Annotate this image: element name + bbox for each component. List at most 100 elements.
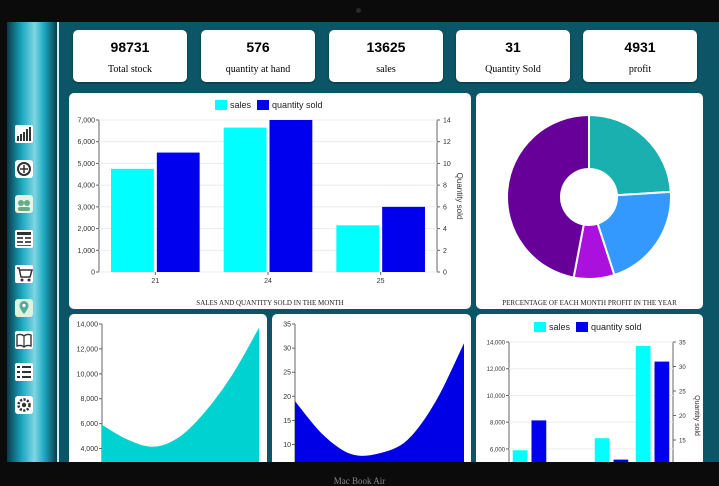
legend-swatch-quantity-sold — [257, 100, 270, 110]
y-tick-label-right: 25 — [679, 390, 686, 396]
legend-swatch-quantity-sold — [576, 322, 589, 332]
sales-quantity-small-bar-chart: 4,0006,0008,00010,00012,00014,0001015202… — [487, 341, 700, 462]
chart-caption: PERCENTAGE OF EACH MONTH PROFIT IN THE Y… — [502, 299, 677, 307]
sales-quantity-small-chart-panel: sales quantity sold 4,0006,0008,00010,00… — [476, 314, 703, 462]
quantity-area-panel: 10 15 20 25 30 35 — [272, 314, 471, 462]
stat-label: profit — [628, 64, 652, 75]
chart-legend: sales quantity sold — [215, 100, 323, 110]
location-icon[interactable] — [14, 298, 34, 318]
settings-icon[interactable] — [14, 395, 34, 415]
stat-label: sales — [376, 64, 396, 75]
quantity-area-chart: 10 15 20 25 30 35 — [283, 322, 464, 462]
y-tick-label-left: 10,000 — [487, 394, 506, 400]
device-label: Mac Book Air — [333, 476, 386, 486]
y-tick-label-left: 14,000 — [487, 341, 506, 347]
y-axis-label-right: Quantity sold — [693, 395, 700, 436]
y-tick-label-right: 4 — [443, 226, 447, 233]
y-tick-label-right: 12 — [443, 139, 451, 146]
y-tick-label-right: 6 — [443, 204, 447, 211]
stat-card-total-stock: 98731 Total stock — [73, 30, 187, 82]
y-tick-label-right: 14 — [443, 118, 451, 125]
y-tick-label-left: 6,000 — [490, 447, 506, 453]
x-tick-label: 25 — [377, 278, 385, 285]
stat-value: 576 — [246, 39, 270, 55]
legend-label-sales: sales — [230, 100, 252, 110]
y-tick-label: 4,000 — [80, 446, 98, 453]
stat-card-profit: 4931 profit — [583, 30, 697, 82]
stat-value: 98731 — [110, 39, 150, 55]
y-tick-label: 14,000 — [77, 322, 99, 329]
sales-area-panel: 4,000 6,000 8,000 10,000 12,000 14,000 — [69, 314, 267, 462]
y-tick-label-right: 10 — [443, 161, 451, 168]
y-tick-label-left: 4,000 — [77, 183, 95, 190]
y-tick-label-left: 2,000 — [77, 226, 95, 233]
bar-sales — [594, 438, 610, 462]
list-icon[interactable] — [14, 362, 34, 382]
chart-legend: sales quantity sold — [534, 322, 642, 332]
y-tick-label-right: 8 — [443, 183, 447, 190]
legend-label-quantity-sold: quantity sold — [272, 100, 323, 110]
y-tick-label: 10,000 — [77, 371, 99, 378]
legend-label-sales: sales — [549, 322, 571, 332]
area-fill — [102, 327, 259, 462]
y-tick-label-left: 6,000 — [77, 139, 95, 146]
y-tick-label-right: 30 — [679, 365, 686, 371]
y-tick-label-left: 8,000 — [490, 421, 506, 427]
chart-caption: SALES AND QUANTITY SOLD IN THE MONTH — [196, 299, 344, 307]
stat-label: quantity at hand — [225, 64, 291, 75]
y-tick-label-left: 5,000 — [77, 161, 95, 168]
y-tick-label-left: 7,000 — [77, 118, 95, 125]
y-tick-label-right: 20 — [679, 414, 686, 420]
main-content: 98731 Total stock 576 quantity at hand 1… — [59, 22, 719, 462]
bar-quantity-sold — [382, 206, 425, 272]
camera-dot — [356, 8, 361, 13]
customers-icon[interactable] — [14, 194, 34, 214]
stat-card-quantity-at-hand: 576 quantity at hand — [201, 30, 315, 82]
y-tick-label-left: 12,000 — [487, 367, 506, 373]
profit-donut-chart — [506, 113, 672, 280]
products-icon[interactable] — [14, 159, 34, 179]
x-tick-label: 24 — [264, 278, 272, 285]
bar-sales — [336, 225, 380, 272]
y-axis-label-right: Quantity sold — [455, 173, 464, 220]
y-tick-label: 30 — [283, 346, 291, 353]
stat-card-sales: 13625 sales — [329, 30, 443, 82]
sales-quantity-bar-chart: 01,0002,0003,0004,0005,0006,0007,0000246… — [77, 118, 464, 286]
bar-quantity-sold — [156, 152, 200, 272]
y-tick-label-left: 0 — [91, 270, 95, 277]
stat-value: 4931 — [624, 39, 656, 55]
legend-swatch-sales — [534, 322, 546, 332]
x-tick-label: 21 — [151, 278, 159, 285]
y-tick-label: 20 — [283, 394, 291, 401]
y-tick-label: 35 — [283, 322, 291, 329]
sales-area-chart: 4,000 6,000 8,000 10,000 12,000 14,000 — [77, 322, 259, 462]
bar-sales — [512, 450, 528, 462]
stat-card-quantity-sold: 31 Quantity Sold — [456, 30, 570, 82]
bar-chart-icon[interactable] — [14, 124, 34, 144]
sales-quantity-chart-panel: sales quantity sold 0 1,000 2,000 3,000 4,00… — [69, 93, 471, 309]
device-bezel-top — [0, 0, 719, 22]
bar-quantity-sold — [531, 420, 547, 462]
y-tick-label-right: 2 — [443, 248, 447, 255]
bar-quantity-sold — [654, 361, 670, 462]
stat-label: Quantity Sold — [485, 64, 541, 75]
area-fill — [295, 343, 464, 462]
y-tick-label: 15 — [283, 418, 291, 425]
y-tick-label-right: 35 — [679, 341, 686, 347]
bar-quantity-sold — [269, 120, 313, 272]
legend-label-quantity-sold: quantity sold — [591, 322, 642, 332]
y-tick-label-left: 1,000 — [77, 248, 95, 255]
y-tick-label: 12,000 — [77, 346, 99, 353]
y-tick-label-left: 3,000 — [77, 204, 95, 211]
book-icon[interactable] — [14, 330, 34, 350]
donut-slice — [506, 113, 590, 279]
dashboard-screen: 98731 Total stock 576 quantity at hand 1… — [7, 22, 719, 462]
cart-icon[interactable] — [14, 264, 34, 284]
stat-value: 13625 — [366, 39, 406, 55]
y-tick-label: 6,000 — [80, 421, 98, 428]
stat-label: Total stock — [107, 64, 152, 75]
y-tick-label: 10 — [283, 442, 291, 449]
legend-swatch-sales — [215, 100, 227, 110]
invoice-icon[interactable] — [14, 229, 34, 249]
y-tick-label: 25 — [283, 370, 291, 377]
